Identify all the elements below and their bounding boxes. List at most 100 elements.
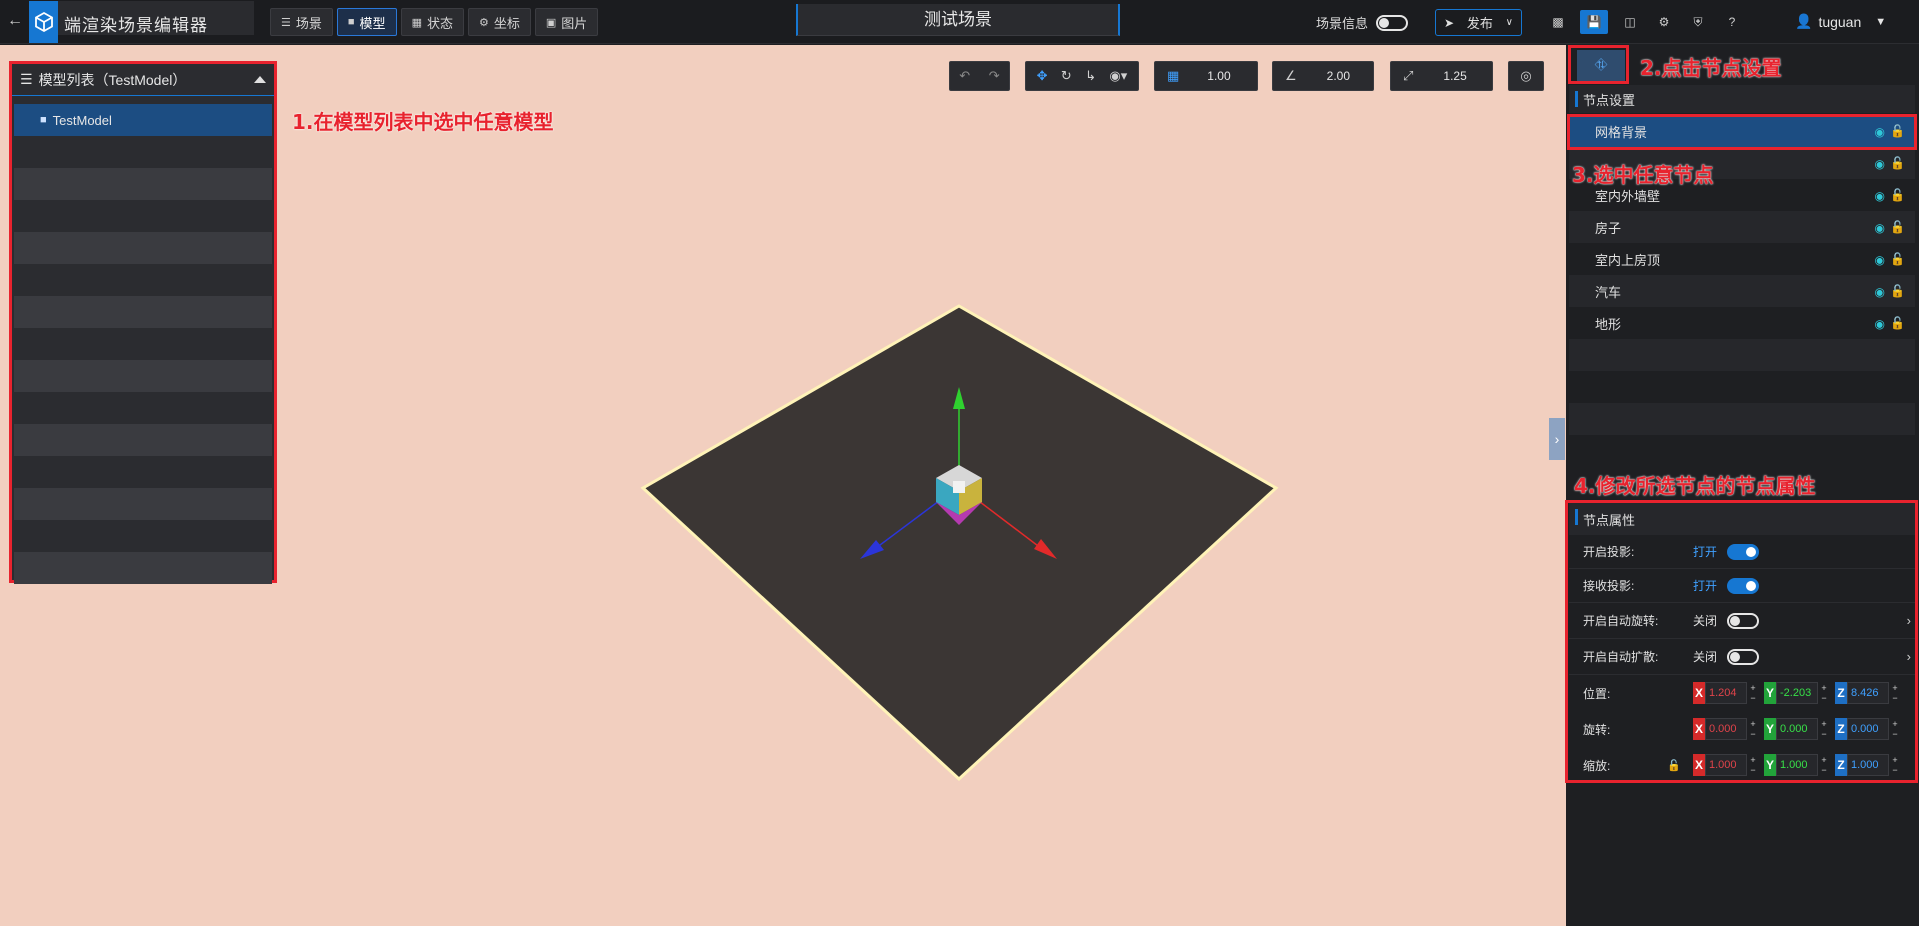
rotation-x-value[interactable]: 0.000 — [1705, 718, 1747, 740]
cube-logo-icon — [34, 11, 53, 33]
node-label: 汽车 — [1595, 284, 1622, 300]
scale-z-value[interactable]: 1.000 — [1847, 754, 1889, 776]
lock-icon[interactable]: 🔓 — [1890, 284, 1905, 298]
rotation-x-field[interactable]: X 0.000 + − — [1693, 718, 1759, 740]
stepper-icon[interactable]: + − — [1747, 718, 1759, 740]
chevron-right-icon[interactable]: › — [1907, 613, 1911, 628]
list-item-empty — [14, 360, 272, 392]
tab-state[interactable]: ▦ 状态 — [400, 8, 464, 36]
eye-icon[interactable]: ◉ — [1875, 285, 1885, 299]
lock-icon[interactable]: 🔓 — [1890, 252, 1905, 266]
node-item[interactable]: 网格背景 ◉ 🔓 — [1569, 115, 1915, 147]
eye-icon[interactable]: ◉ — [1875, 125, 1885, 139]
chevron-right-icon[interactable]: › — [1907, 649, 1911, 664]
collapse-caret-icon[interactable] — [254, 76, 266, 83]
model-list-header[interactable]: ☰ 模型列表（TestModel） — [12, 64, 274, 96]
z-axis-tag: Z — [1835, 718, 1847, 740]
position-y-value[interactable]: -2.203 — [1776, 682, 1818, 704]
save-icon[interactable]: 💾 — [1580, 10, 1608, 34]
position-z-value[interactable]: 8.426 — [1847, 682, 1889, 704]
auto-rotate-toggle[interactable] — [1727, 612, 1759, 629]
rotation-y-field[interactable]: Y 0.000 + − — [1764, 718, 1830, 740]
tab-image-label: 图片 — [561, 15, 588, 31]
stepper-icon[interactable]: + − — [1818, 682, 1830, 704]
unlock-icon[interactable]: 🔓 — [1667, 759, 1681, 772]
stepper-icon[interactable]: + − — [1889, 754, 1901, 776]
stepper-icon[interactable]: + − — [1747, 682, 1759, 704]
tab-coordinate[interactable]: ⚙ 坐标 — [467, 8, 531, 36]
tab-model-label: 模型 — [359, 15, 386, 31]
back-arrow-icon[interactable]: ← — [6, 12, 24, 30]
scene-info-toggle[interactable] — [1376, 14, 1409, 31]
shield-icon[interactable]: ⛨ — [1686, 10, 1710, 34]
eye-icon[interactable]: ◉ — [1875, 317, 1885, 331]
auto-spread-row[interactable]: 开启自动扩散: 关闭 › — [1569, 639, 1915, 675]
toolbar-icons: ▩ 💾 ◫ ⚙ ⛨ ? — [1546, 10, 1744, 34]
tab-model[interactable]: ■ 模型 — [336, 8, 397, 36]
stepper-icon[interactable]: + − — [1889, 682, 1901, 704]
panel-collapse-handle[interactable]: › — [1549, 418, 1565, 460]
position-y-field[interactable]: Y -2.203 + − — [1764, 682, 1830, 704]
eye-icon[interactable]: ◉ — [1875, 189, 1885, 203]
tab-image[interactable]: ▣ 图片 — [534, 8, 599, 36]
node-label: 室内上房顶 — [1595, 252, 1661, 268]
lock-icon[interactable]: 🔓 — [1890, 188, 1905, 202]
gizmo-center — [953, 481, 965, 493]
user-icon: 👤 — [1795, 13, 1813, 29]
receive-shadow-value: 打开 — [1693, 579, 1718, 593]
lock-icon[interactable]: 🔓 — [1890, 124, 1905, 138]
list-item-empty — [14, 488, 272, 520]
auto-rotate-row[interactable]: 开启自动旋转: 关闭 › — [1569, 603, 1915, 639]
archive-icon[interactable]: ▩ — [1546, 10, 1570, 34]
x-axis-tag: X — [1693, 718, 1705, 740]
lock-icon[interactable]: 🔓 — [1890, 220, 1905, 234]
scale-x-value[interactable]: 1.000 — [1705, 754, 1747, 776]
node-item[interactable]: 室内上房顶 ◉ 🔓 — [1569, 243, 1915, 275]
position-x-field[interactable]: X 1.204 + − — [1693, 682, 1759, 704]
preview-icon[interactable]: ◫ — [1618, 10, 1642, 34]
list-item-empty — [14, 424, 272, 456]
stepper-icon[interactable]: + − — [1818, 718, 1830, 740]
rotation-z-field[interactable]: Z 0.000 + − — [1835, 718, 1901, 740]
stepper-icon[interactable]: + − — [1747, 754, 1759, 776]
image-icon: ▣ — [545, 16, 557, 29]
scale-x-field[interactable]: X 1.000 + − — [1693, 754, 1759, 776]
eye-icon[interactable]: ◉ — [1875, 221, 1885, 235]
chevron-down-icon: ∨ — [1505, 17, 1513, 28]
node-item[interactable]: 地形 ◉ 🔓 — [1569, 307, 1915, 339]
scale-z-field[interactable]: Z 1.000 + − — [1835, 754, 1901, 776]
user-menu[interactable]: 👤 tuguan ▼ — [1795, 13, 1886, 30]
settings-icon[interactable]: ⚙ — [1652, 10, 1676, 34]
rotation-label: 旋转: — [1583, 722, 1611, 737]
position-x-value[interactable]: 1.204 — [1705, 682, 1747, 704]
receive-shadow-toggle[interactable] — [1727, 577, 1759, 594]
rotation-y-value[interactable]: 0.000 — [1776, 718, 1818, 740]
eye-icon[interactable]: ◉ — [1875, 157, 1885, 171]
node-settings-title: 节点设置 — [1569, 85, 1915, 113]
node-item[interactable]: 房子 ◉ 🔓 — [1569, 211, 1915, 243]
position-z-field[interactable]: Z 8.426 + − — [1835, 682, 1901, 704]
stepper-icon[interactable]: + − — [1889, 718, 1901, 740]
node-label: 房子 — [1595, 220, 1622, 236]
rotation-z-value[interactable]: 0.000 — [1847, 718, 1889, 740]
publish-button[interactable]: ➤ 发布 ∨ — [1435, 9, 1522, 36]
tab-scene[interactable]: ☰ 场景 — [270, 8, 333, 36]
list-item-empty — [14, 296, 272, 328]
annotation-step-4: 4.修改所选节点的节点属性 — [1574, 474, 1816, 498]
tab-scene-label: 场景 — [295, 15, 322, 31]
rotation-row: 旋转: X 0.000 + − Y 0.000 + − Z 0.000 + − — [1569, 711, 1915, 747]
lock-icon[interactable]: 🔓 — [1890, 156, 1905, 170]
node-item[interactable]: 汽车 ◉ 🔓 — [1569, 275, 1915, 307]
node-settings-tab[interactable]: ⛗ — [1570, 47, 1632, 85]
scale-y-value[interactable]: 1.000 — [1776, 754, 1818, 776]
node-list-empty-row — [1569, 339, 1915, 371]
help-icon[interactable]: ? — [1720, 10, 1744, 34]
scene-name[interactable]: 测试场景 — [796, 4, 1120, 36]
eye-icon[interactable]: ◉ — [1875, 253, 1885, 267]
lock-icon[interactable]: 🔓 — [1890, 316, 1905, 330]
scale-y-field[interactable]: Y 1.000 + − — [1764, 754, 1830, 776]
stepper-icon[interactable]: + − — [1818, 754, 1830, 776]
cast-shadow-toggle[interactable] — [1727, 543, 1759, 560]
list-item[interactable]: ■ TestModel — [14, 104, 272, 136]
auto-spread-toggle[interactable] — [1727, 648, 1759, 665]
